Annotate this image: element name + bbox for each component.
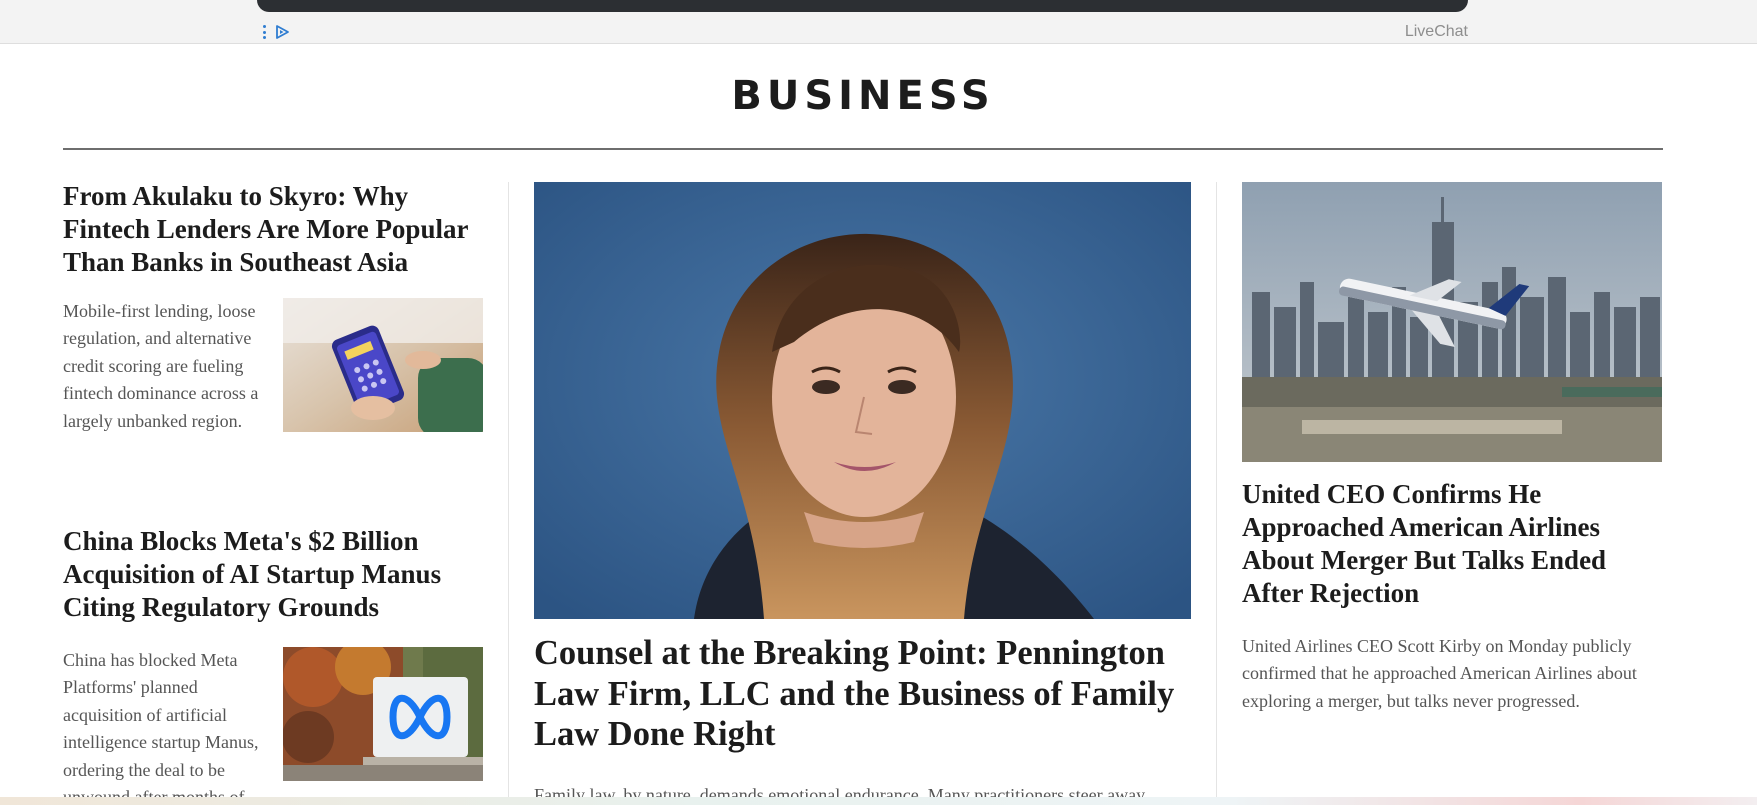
column-divider: [508, 182, 509, 805]
bottom-overlay-bar: [0, 797, 1757, 805]
section-divider: [63, 148, 1663, 150]
story-dek: Mobile-first lending, loose regulation, …: [63, 301, 259, 431]
section-title: BUSINESS: [731, 73, 995, 119]
ad-strip: LiveChat: [0, 0, 1757, 44]
meta-headquarters-sign-photo[interactable]: [283, 647, 483, 781]
story-dek: China has blocked Meta Platforms' planne…: [63, 650, 259, 805]
adchoices-icon[interactable]: [274, 24, 290, 40]
airplane-over-skyline-photo[interactable]: [1242, 182, 1662, 462]
story-headline[interactable]: United CEO Confirms He Approached Americ…: [1242, 478, 1662, 610]
story-card[interactable]: China Blocks Meta's $2 Billion Acquisiti…: [63, 525, 483, 805]
story-card[interactable]: From Akulaku to Skyro: Why Fintech Lende…: [63, 180, 483, 432]
featured-headline[interactable]: Counsel at the Breaking Point: Penningto…: [534, 633, 1194, 755]
attorney-portrait-photo[interactable]: [534, 182, 1191, 619]
story-headline[interactable]: From Akulaku to Skyro: Why Fintech Lende…: [63, 180, 483, 279]
story-headline[interactable]: China Blocks Meta's $2 Billion Acquisiti…: [63, 525, 483, 624]
column-divider: [1216, 182, 1217, 805]
smartphone-payment-app-photo[interactable]: [283, 298, 483, 432]
ad-label[interactable]: LiveChat: [1405, 23, 1468, 41]
ad-banner[interactable]: [257, 0, 1468, 12]
story-dek: United Airlines CEO Scott Kirby on Monda…: [1242, 636, 1637, 711]
ad-controls: [262, 24, 290, 40]
more-vertical-icon[interactable]: [262, 25, 266, 39]
